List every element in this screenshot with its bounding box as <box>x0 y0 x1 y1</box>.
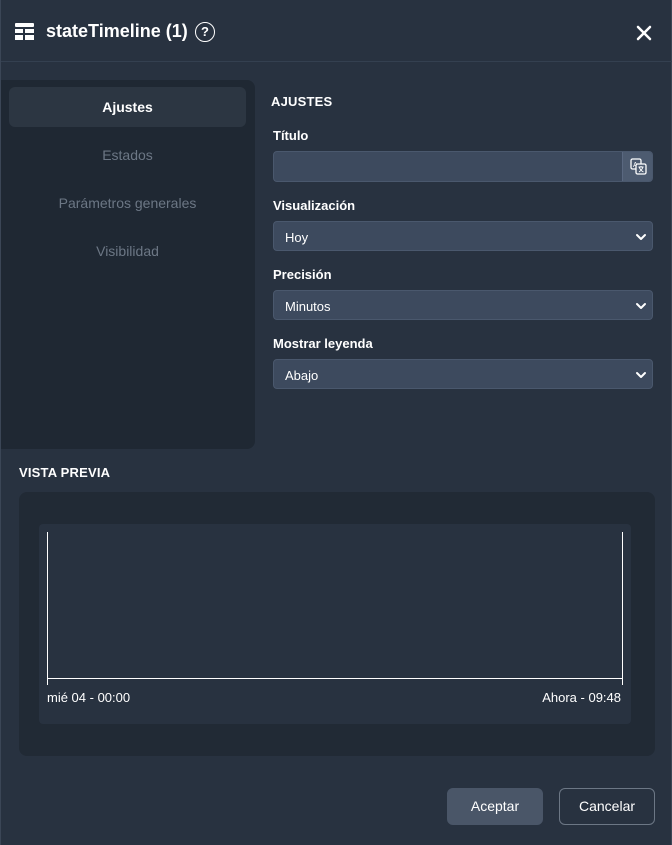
title-input[interactable] <box>274 152 624 181</box>
dialog-title: stateTimeline (1) <box>46 21 188 41</box>
chevron-down-icon <box>636 234 646 240</box>
title-field-label: Título <box>273 128 309 143</box>
visualization-select[interactable]: Hoy <box>273 221 653 251</box>
sidebar-item-parametros-generales[interactable]: Parámetros generales <box>9 183 246 223</box>
question-circle-icon[interactable]: ? <box>195 22 215 42</box>
accept-button[interactable]: Aceptar <box>447 788 543 825</box>
settings-sidebar: Ajustes Estados Parámetros generales Vis… <box>1 80 255 449</box>
sidebar-item-visibilidad[interactable]: Visibilidad <box>9 231 246 271</box>
legend-select[interactable]: Abajo <box>273 359 653 389</box>
settings-section-title: AJUSTES <box>271 94 333 109</box>
dialog-header: stateTimeline (1) ? <box>1 0 672 62</box>
close-icon[interactable] <box>633 22 655 44</box>
widget-settings-dialog: stateTimeline (1) ? Ajustes Estados Pará… <box>0 0 672 845</box>
table-widget-icon <box>15 23 34 40</box>
x-axis-start-label: mié 04 - 00:00 <box>47 690 131 705</box>
cancel-button[interactable]: Cancelar <box>559 788 655 825</box>
precision-field-label: Precisión <box>273 267 332 282</box>
legend-selected-value: Abajo <box>285 368 319 383</box>
title-field: A <box>273 151 653 182</box>
sidebar-item-estados[interactable]: Estados <box>9 135 246 175</box>
x-axis-end-label: Ahora - 09:48 <box>542 690 621 705</box>
translate-icon: A <box>630 158 647 175</box>
sidebar-item-ajustes[interactable]: Ajustes <box>9 87 246 127</box>
precision-selected-value: Minutos <box>285 299 331 314</box>
visualization-field-label: Visualización <box>273 198 356 213</box>
help-glyph: ? <box>201 24 209 39</box>
visualization-selected-value: Hoy <box>285 230 309 245</box>
legend-field-label: Mostrar leyenda <box>273 336 373 351</box>
chevron-down-icon <box>636 303 646 309</box>
translate-button[interactable]: A <box>622 152 652 181</box>
preview-section-title: VISTA PREVIA <box>19 465 111 480</box>
precision-select[interactable]: Minutos <box>273 290 653 320</box>
chevron-down-icon <box>636 372 646 378</box>
